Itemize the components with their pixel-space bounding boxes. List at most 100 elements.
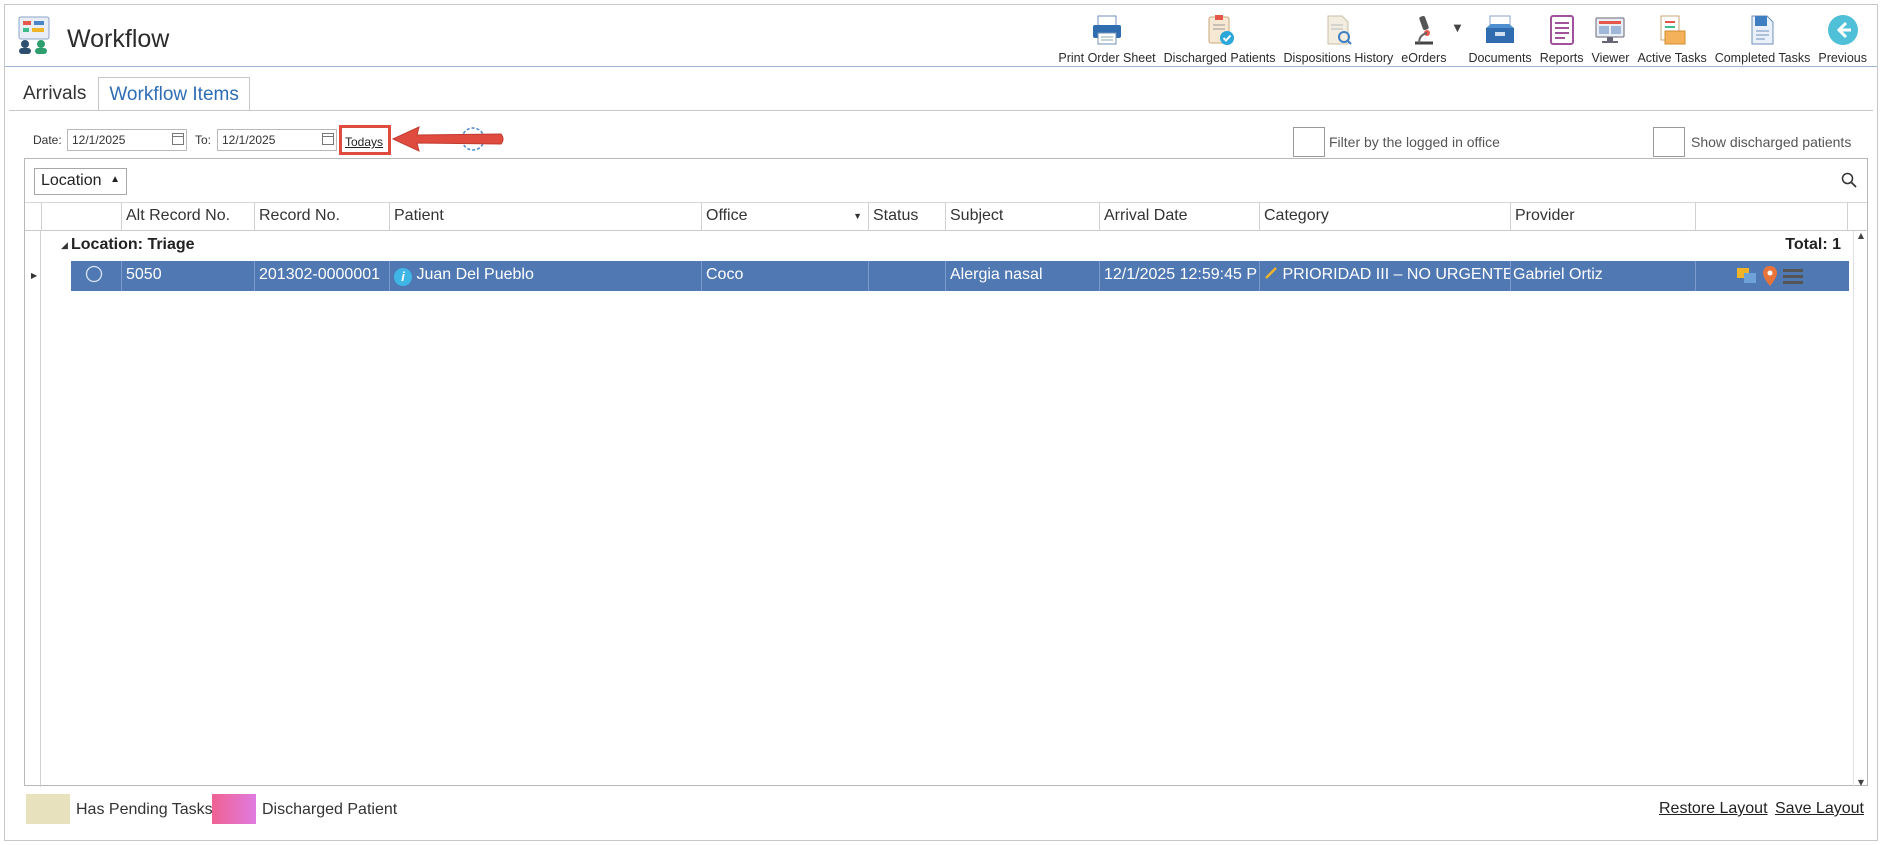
toolbar: Print Order Sheet Discharged Patients Di… — [1054, 9, 1871, 65]
restore-layout-link[interactable]: Restore Layout — [1659, 800, 1768, 818]
app-title: Workflow — [67, 25, 170, 53]
category-label: PRIORIDAD III – NO URGENTE — [1282, 266, 1510, 283]
microscope-icon — [1406, 12, 1442, 48]
previous-button[interactable]: Previous — [1814, 9, 1871, 65]
scroll-up-icon[interactable]: ▲ — [1854, 231, 1868, 240]
annotation-arrow — [389, 125, 509, 161]
active-tasks-label: Active Tasks — [1637, 51, 1707, 65]
col-arrival-date[interactable]: Arrival Date — [1099, 203, 1259, 231]
filter-dropdown-icon[interactable]: ▼ — [853, 211, 862, 221]
col-category[interactable]: Category — [1259, 203, 1510, 231]
save-layout-link[interactable]: Save Layout — [1775, 800, 1864, 818]
todays-link[interactable]: Todays — [339, 125, 391, 155]
discharged-patient-label: Discharged Patient — [262, 801, 398, 818]
scroll-down-icon[interactable]: ▼ — [1854, 778, 1868, 787]
table-row[interactable]: 5050 201302-0000001 i Juan Del Pueblo Co… — [71, 261, 1849, 291]
tab-workflow-items[interactable]: Workflow Items — [98, 77, 250, 111]
clipboard-check-icon — [1202, 12, 1238, 48]
cell-provider: Gabriel Ortiz — [1510, 261, 1695, 291]
cell-arrival-date: 12/1/2025 12:59:45 P — [1099, 261, 1259, 291]
group-by-location-chip[interactable]: Location ▲ — [34, 168, 127, 195]
eorders-dropdown-caret[interactable]: ▼ — [1450, 9, 1464, 65]
filter-office-checkbox[interactable] — [1293, 127, 1325, 157]
tab-strip: Arrivals Workflow Items — [13, 77, 250, 111]
cell-alt-record: 5050 — [121, 261, 254, 291]
document-search-icon — [1320, 12, 1356, 48]
monitor-icon — [1592, 12, 1628, 48]
filter-office-label: Filter by the logged in office — [1329, 134, 1500, 150]
group-total: Total: 1 — [1785, 236, 1841, 253]
calendar-icon[interactable] — [172, 133, 184, 145]
cell-status — [868, 261, 945, 291]
pencil-icon — [1265, 267, 1277, 279]
documents-label: Documents — [1468, 51, 1532, 65]
cell-patient[interactable]: i Juan Del Pueblo — [389, 261, 701, 291]
group-panel: Location ▲ — [25, 159, 1867, 203]
transfer-icon — [1737, 268, 1756, 283]
completed-tasks-button[interactable]: Completed Tasks — [1711, 9, 1815, 65]
col-subject[interactable]: Subject — [945, 203, 1099, 231]
row-indicator-gutter — [25, 231, 41, 787]
date-label: Date: — [33, 133, 62, 147]
group-row-triage[interactable]: ◢ Location: Triage Total: 1 — [25, 231, 1867, 261]
completed-doc-icon — [1745, 12, 1781, 48]
viewer-label: Viewer — [1591, 51, 1630, 65]
pending-tasks-label: Has Pending Tasks — [76, 801, 213, 818]
previous-label: Previous — [1818, 51, 1867, 65]
inbox-tray-icon — [1482, 12, 1518, 48]
vertical-scrollbar[interactable]: ▲ ▼ — [1853, 231, 1867, 787]
show-discharged-checkbox[interactable] — [1653, 127, 1685, 157]
group-label: Location: Triage — [71, 236, 195, 253]
workflow-window: Workflow Print Order Sheet Discharged Pa… — [4, 4, 1878, 841]
column-header-row: Alt Record No. Record No. Patient Office… — [25, 203, 1867, 231]
date-from-input[interactable]: 12/1/2025 — [67, 129, 187, 151]
location-pin-icon — [1763, 266, 1777, 286]
select-column-header — [41, 203, 71, 231]
search-icon[interactable] — [1841, 172, 1859, 190]
row-select-cell[interactable] — [71, 261, 121, 291]
col-actions — [1695, 203, 1847, 231]
tab-arrivals[interactable]: Arrivals — [13, 77, 96, 111]
discharged-patients-label: Discharged Patients — [1163, 51, 1276, 65]
cell-record: 201302-0000001 — [254, 261, 389, 291]
show-discharged-label: Show discharged patients — [1691, 134, 1852, 150]
reports-button[interactable]: Reports — [1536, 9, 1588, 65]
pending-tasks-swatch — [26, 794, 70, 824]
col-patient[interactable]: Patient — [389, 203, 701, 231]
eorders-button[interactable]: eOrders — [1397, 9, 1450, 65]
col-office-label: Office — [706, 207, 748, 224]
viewer-button[interactable]: Viewer — [1587, 9, 1633, 65]
date-to-input[interactable]: 12/1/2025 — [217, 129, 337, 151]
current-row-indicator-icon: ▶ — [31, 271, 38, 280]
active-tasks-button[interactable]: Active Tasks — [1633, 9, 1710, 65]
col-record[interactable]: Record No. — [254, 203, 389, 231]
workflow-app-icon — [15, 15, 55, 55]
menu-icon — [1783, 269, 1803, 284]
collapse-triangle-icon[interactable]: ◢ — [61, 240, 68, 251]
discharged-patient-swatch — [212, 794, 256, 824]
discharged-patients-button[interactable]: Discharged Patients — [1160, 9, 1280, 65]
col-office[interactable]: Office ▼ — [701, 203, 868, 231]
documents-button[interactable]: Documents — [1464, 9, 1535, 65]
arrivals-grid: Location ▲ Alt Record No. Record No. Pat… — [24, 158, 1868, 787]
print-order-sheet-button[interactable]: Print Order Sheet — [1054, 9, 1159, 65]
calendar-icon[interactable] — [322, 133, 334, 145]
cell-subject: Alergia nasal — [945, 261, 1099, 291]
col-provider[interactable]: Provider — [1510, 203, 1695, 231]
task-box-icon — [1654, 12, 1690, 48]
filter-bar: Date: 12/1/2025 To: 12/1/2025 Todays Fil… — [27, 125, 1867, 157]
cell-office: Coco — [701, 261, 868, 291]
print-order-sheet-label: Print Order Sheet — [1058, 51, 1156, 65]
completed-tasks-label: Completed Tasks — [1714, 51, 1811, 65]
radio-circle-icon — [85, 265, 103, 283]
reports-label: Reports — [1539, 51, 1584, 65]
col-alt-record[interactable]: Alt Record No. — [121, 203, 254, 231]
to-label: To: — [195, 133, 212, 147]
eorders-label: eOrders — [1401, 51, 1447, 65]
dispositions-history-button[interactable]: Dispositions History — [1280, 9, 1398, 65]
info-icon[interactable]: i — [394, 268, 412, 286]
patient-name: Juan Del Pueblo — [416, 266, 534, 283]
col-status[interactable]: Status — [868, 203, 945, 231]
tab-divider — [9, 110, 1873, 111]
back-arrow-icon — [1825, 12, 1861, 48]
